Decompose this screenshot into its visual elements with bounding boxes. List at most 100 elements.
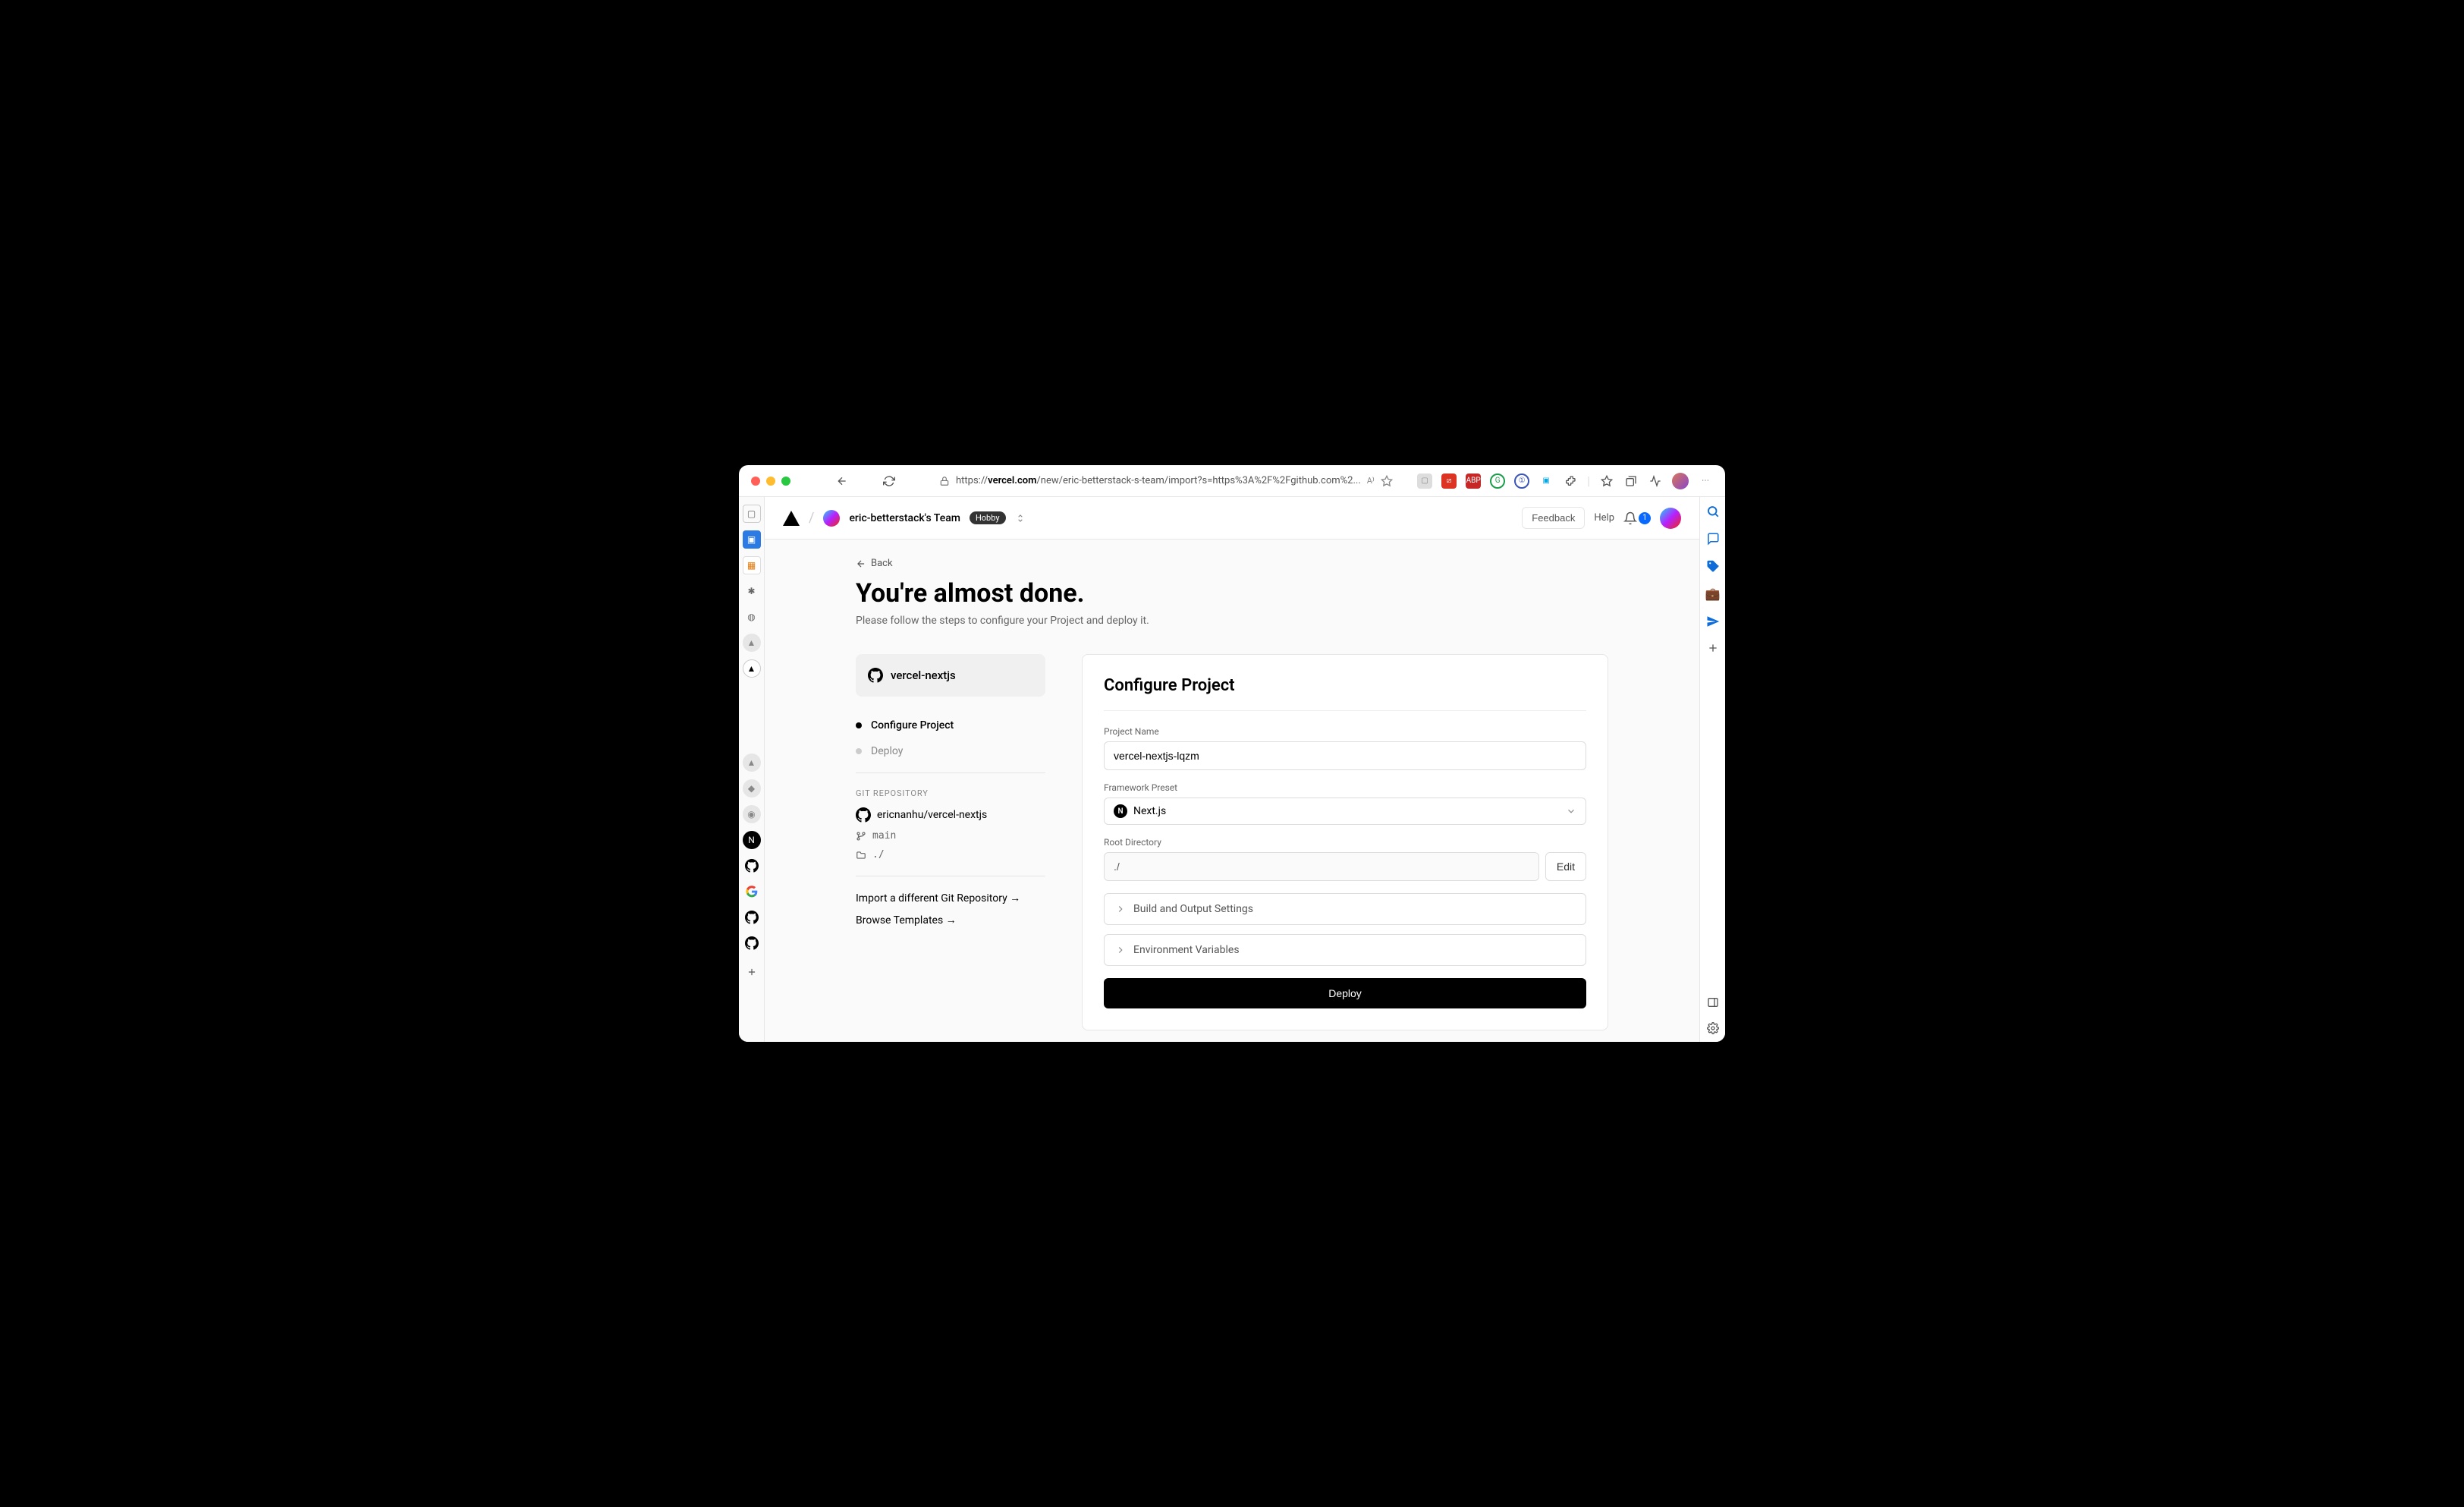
rail-tab-icon-1[interactable]: ▢ bbox=[743, 505, 761, 523]
reload-button[interactable] bbox=[878, 470, 900, 492]
address-bar[interactable]: https://vercel.com/new/eric-betterstack-… bbox=[933, 475, 1408, 487]
briefcase-icon[interactable]: 💼 bbox=[1705, 587, 1721, 601]
tag-icon[interactable] bbox=[1706, 559, 1720, 573]
more-menu-icon[interactable]: ⋯ bbox=[1698, 473, 1713, 489]
sidebar-toggle-icon[interactable] bbox=[1707, 996, 1719, 1008]
rail-github-icon-2[interactable] bbox=[743, 908, 761, 927]
edit-root-button[interactable]: Edit bbox=[1545, 852, 1586, 881]
search-icon[interactable] bbox=[1706, 505, 1720, 518]
rail-item-c[interactable]: ◉ bbox=[743, 805, 761, 823]
back-label: Back bbox=[871, 558, 893, 569]
send-icon[interactable] bbox=[1706, 615, 1720, 628]
framework-value: Next.js bbox=[1133, 805, 1166, 817]
rail-vercel-icon[interactable]: ▲ bbox=[743, 659, 761, 678]
page-title: You're almost done. bbox=[856, 578, 1608, 609]
body: ▢ ▣ ▦ ✱ ◍ ▲ ▲ ▲ ◆ ◉ N bbox=[739, 497, 1725, 1042]
build-output-settings-accordion[interactable]: Build and Output Settings bbox=[1104, 893, 1586, 925]
notification-badge: 1 bbox=[1639, 512, 1651, 524]
chat-icon[interactable] bbox=[1706, 532, 1720, 546]
browser-titlebar: https://vercel.com/new/eric-betterstack-… bbox=[739, 465, 1725, 497]
branch-row: main bbox=[856, 830, 1045, 842]
rail-calendar-icon[interactable]: ▦ bbox=[743, 556, 761, 574]
divider bbox=[1104, 710, 1586, 711]
repo-card: vercel-nextjs bbox=[856, 654, 1045, 697]
framework-select[interactable]: N Next.js bbox=[1104, 798, 1586, 825]
notifications-button[interactable]: 1 bbox=[1623, 511, 1651, 525]
browser-profile-avatar[interactable] bbox=[1672, 473, 1689, 489]
help-link[interactable]: Help bbox=[1594, 512, 1614, 524]
team-name[interactable]: eric-betterstack's Team bbox=[849, 512, 960, 524]
collections-icon[interactable] bbox=[1623, 473, 1639, 489]
framework-label: Framework Preset bbox=[1104, 782, 1586, 793]
project-name-label: Project Name bbox=[1104, 726, 1586, 737]
repo-name: vercel-nextjs bbox=[891, 669, 956, 682]
repo-path: ericnanhu/vercel-nextjs bbox=[877, 809, 987, 821]
configure-project-card: Configure Project Project Name Framework… bbox=[1082, 654, 1608, 1030]
rail-add-tab-button[interactable] bbox=[743, 963, 761, 981]
maximize-window-button[interactable] bbox=[781, 477, 790, 486]
browse-templates-link[interactable]: Browse Templates → bbox=[856, 914, 1045, 927]
rail-grey-circle-icon[interactable]: ▲ bbox=[743, 634, 761, 652]
team-avatar bbox=[823, 510, 840, 527]
chevron-right-icon bbox=[1115, 904, 1126, 914]
step-dot-icon bbox=[856, 748, 862, 754]
feedback-button[interactable]: Feedback bbox=[1522, 507, 1585, 529]
ext-icon-blue[interactable]: ① bbox=[1514, 473, 1529, 489]
minimize-window-button[interactable] bbox=[766, 477, 775, 486]
close-window-button[interactable] bbox=[751, 477, 760, 486]
back-nav-button[interactable] bbox=[831, 470, 853, 492]
root-directory-input bbox=[1104, 852, 1539, 881]
branch-icon bbox=[856, 831, 866, 842]
settings-gear-icon[interactable] bbox=[1707, 1022, 1719, 1034]
ext-icon-1[interactable]: ▢ bbox=[1417, 473, 1432, 489]
back-link[interactable]: Back bbox=[856, 558, 1608, 569]
rail-item-b[interactable]: ◆ bbox=[743, 779, 761, 798]
ext-icon-2[interactable]: ⧄ bbox=[1441, 473, 1457, 489]
app-header: / eric-betterstack's Team Hobby Feedback… bbox=[765, 497, 1699, 540]
deploy-button[interactable]: Deploy bbox=[1104, 978, 1586, 1008]
import-different-repo-link[interactable]: Import a different Git Repository → bbox=[856, 892, 1045, 905]
right-rail: 💼 bbox=[1699, 497, 1725, 1042]
window-controls bbox=[751, 477, 790, 486]
folder-icon bbox=[856, 850, 866, 860]
steps-list: Configure Project Deploy bbox=[856, 719, 1045, 757]
step-dot-icon bbox=[856, 722, 862, 728]
directory-row: ./ bbox=[856, 849, 1045, 860]
project-name-input[interactable] bbox=[1104, 741, 1586, 770]
ext-puzzle-icon[interactable] bbox=[1563, 473, 1578, 489]
rail-github-icon-1[interactable] bbox=[743, 857, 761, 875]
separator: / bbox=[809, 510, 814, 526]
favorites-icon[interactable] bbox=[1599, 473, 1614, 489]
team-switcher-icon[interactable] bbox=[1015, 513, 1026, 524]
nextjs-icon: N bbox=[1114, 804, 1127, 818]
page-scroll: Back You're almost done. Please follow t… bbox=[765, 540, 1699, 1042]
directory-value: ./ bbox=[872, 849, 885, 860]
rail-github-icon-3[interactable] bbox=[743, 934, 761, 952]
step-deploy: Deploy bbox=[856, 745, 1045, 757]
github-icon bbox=[868, 668, 883, 683]
left-rail: ▢ ▣ ▦ ✱ ◍ ▲ ▲ ▲ ◆ ◉ N bbox=[739, 497, 765, 1042]
url-text: https://vercel.com/new/eric-betterstack-… bbox=[956, 475, 1361, 486]
environment-variables-accordion[interactable]: Environment Variables bbox=[1104, 934, 1586, 966]
vercel-logo-icon[interactable] bbox=[783, 511, 800, 526]
arrow-left-icon bbox=[856, 558, 866, 569]
profile-avatar[interactable] bbox=[1660, 508, 1681, 529]
rail-globe-icon[interactable]: ◍ bbox=[743, 608, 761, 626]
ext-grammarly-icon[interactable]: G bbox=[1490, 473, 1505, 489]
performance-icon[interactable] bbox=[1648, 473, 1663, 489]
root-directory-label: Root Directory bbox=[1104, 837, 1586, 848]
rail-item-a[interactable]: ▲ bbox=[743, 754, 761, 772]
rail-slack-icon[interactable]: ✱ bbox=[743, 582, 761, 600]
env-vars-label: Environment Variables bbox=[1133, 944, 1240, 956]
github-icon bbox=[856, 807, 871, 823]
step-configure: Configure Project bbox=[856, 719, 1045, 731]
rail-next-icon[interactable]: N bbox=[743, 831, 761, 849]
ext-icon-cyan[interactable]: ▣ bbox=[1538, 473, 1554, 489]
ext-abp-icon[interactable]: ABP bbox=[1466, 473, 1481, 489]
read-aloud-icon[interactable]: A⁾ bbox=[1367, 476, 1375, 486]
add-panel-icon[interactable] bbox=[1707, 642, 1719, 654]
rail-tab-icon-active[interactable]: ▣ bbox=[743, 530, 761, 549]
favorites-star-icon[interactable] bbox=[1381, 475, 1393, 487]
rail-google-icon[interactable] bbox=[743, 882, 761, 901]
repo-path-link[interactable]: ericnanhu/vercel-nextjs bbox=[856, 807, 1045, 823]
